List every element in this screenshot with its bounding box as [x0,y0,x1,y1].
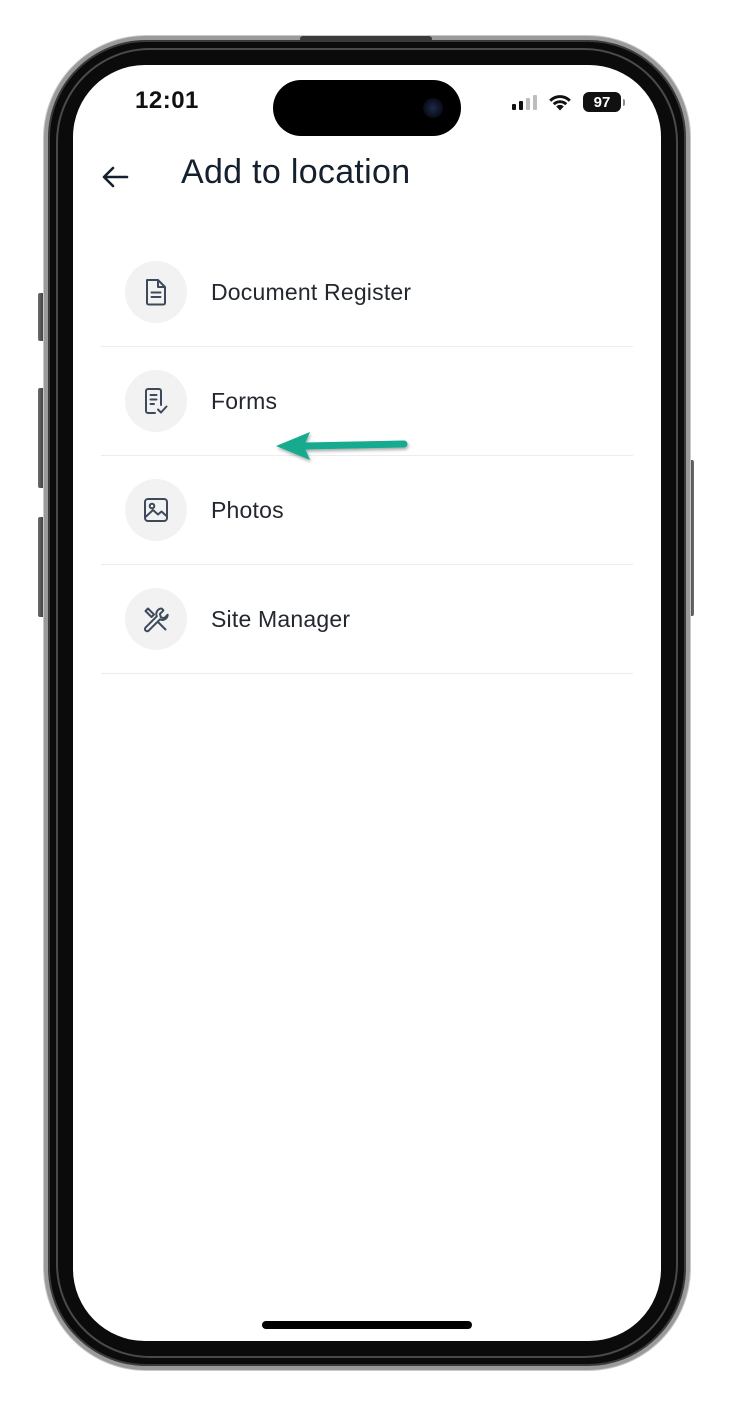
home-indicator[interactable] [262,1321,472,1329]
menu-item-label: Document Register [211,278,412,305]
tools-icon [141,604,171,634]
menu-item-site-manager[interactable]: Site Manager [101,565,633,674]
status-time: 12:01 [135,87,199,114]
document-icon [143,277,169,307]
menu-item-label: Photos [211,496,284,523]
image-icon [142,496,170,524]
icon-circle [125,588,187,650]
screenshot-stage: 12:01 97 Add to location Document Regist… [0,0,732,1405]
cellular-signal-icon [512,94,537,110]
back-button[interactable] [97,159,133,195]
icon-circle [125,261,187,323]
front-camera-icon [423,98,443,118]
annotation-arrow-icon [276,432,408,460]
arrow-left-icon [101,165,129,189]
icon-circle [125,479,187,541]
menu-item-label: Forms [211,387,278,414]
wifi-icon [547,92,573,112]
menu-item-document-register[interactable]: Document Register [101,238,633,347]
battery-icon: 97 [583,92,625,112]
battery-level: 97 [593,93,611,111]
page-title: Add to location [181,153,411,191]
menu-item-label: Site Manager [211,605,351,632]
top-edge-line [300,36,432,42]
form-checklist-icon [142,386,170,416]
status-icons: 97 [512,91,625,113]
dynamic-island [273,80,461,136]
phone-screen: 12:01 97 Add to location Document Regist… [73,65,661,1341]
icon-circle [125,370,187,432]
menu-item-photos[interactable]: Photos [101,456,633,565]
